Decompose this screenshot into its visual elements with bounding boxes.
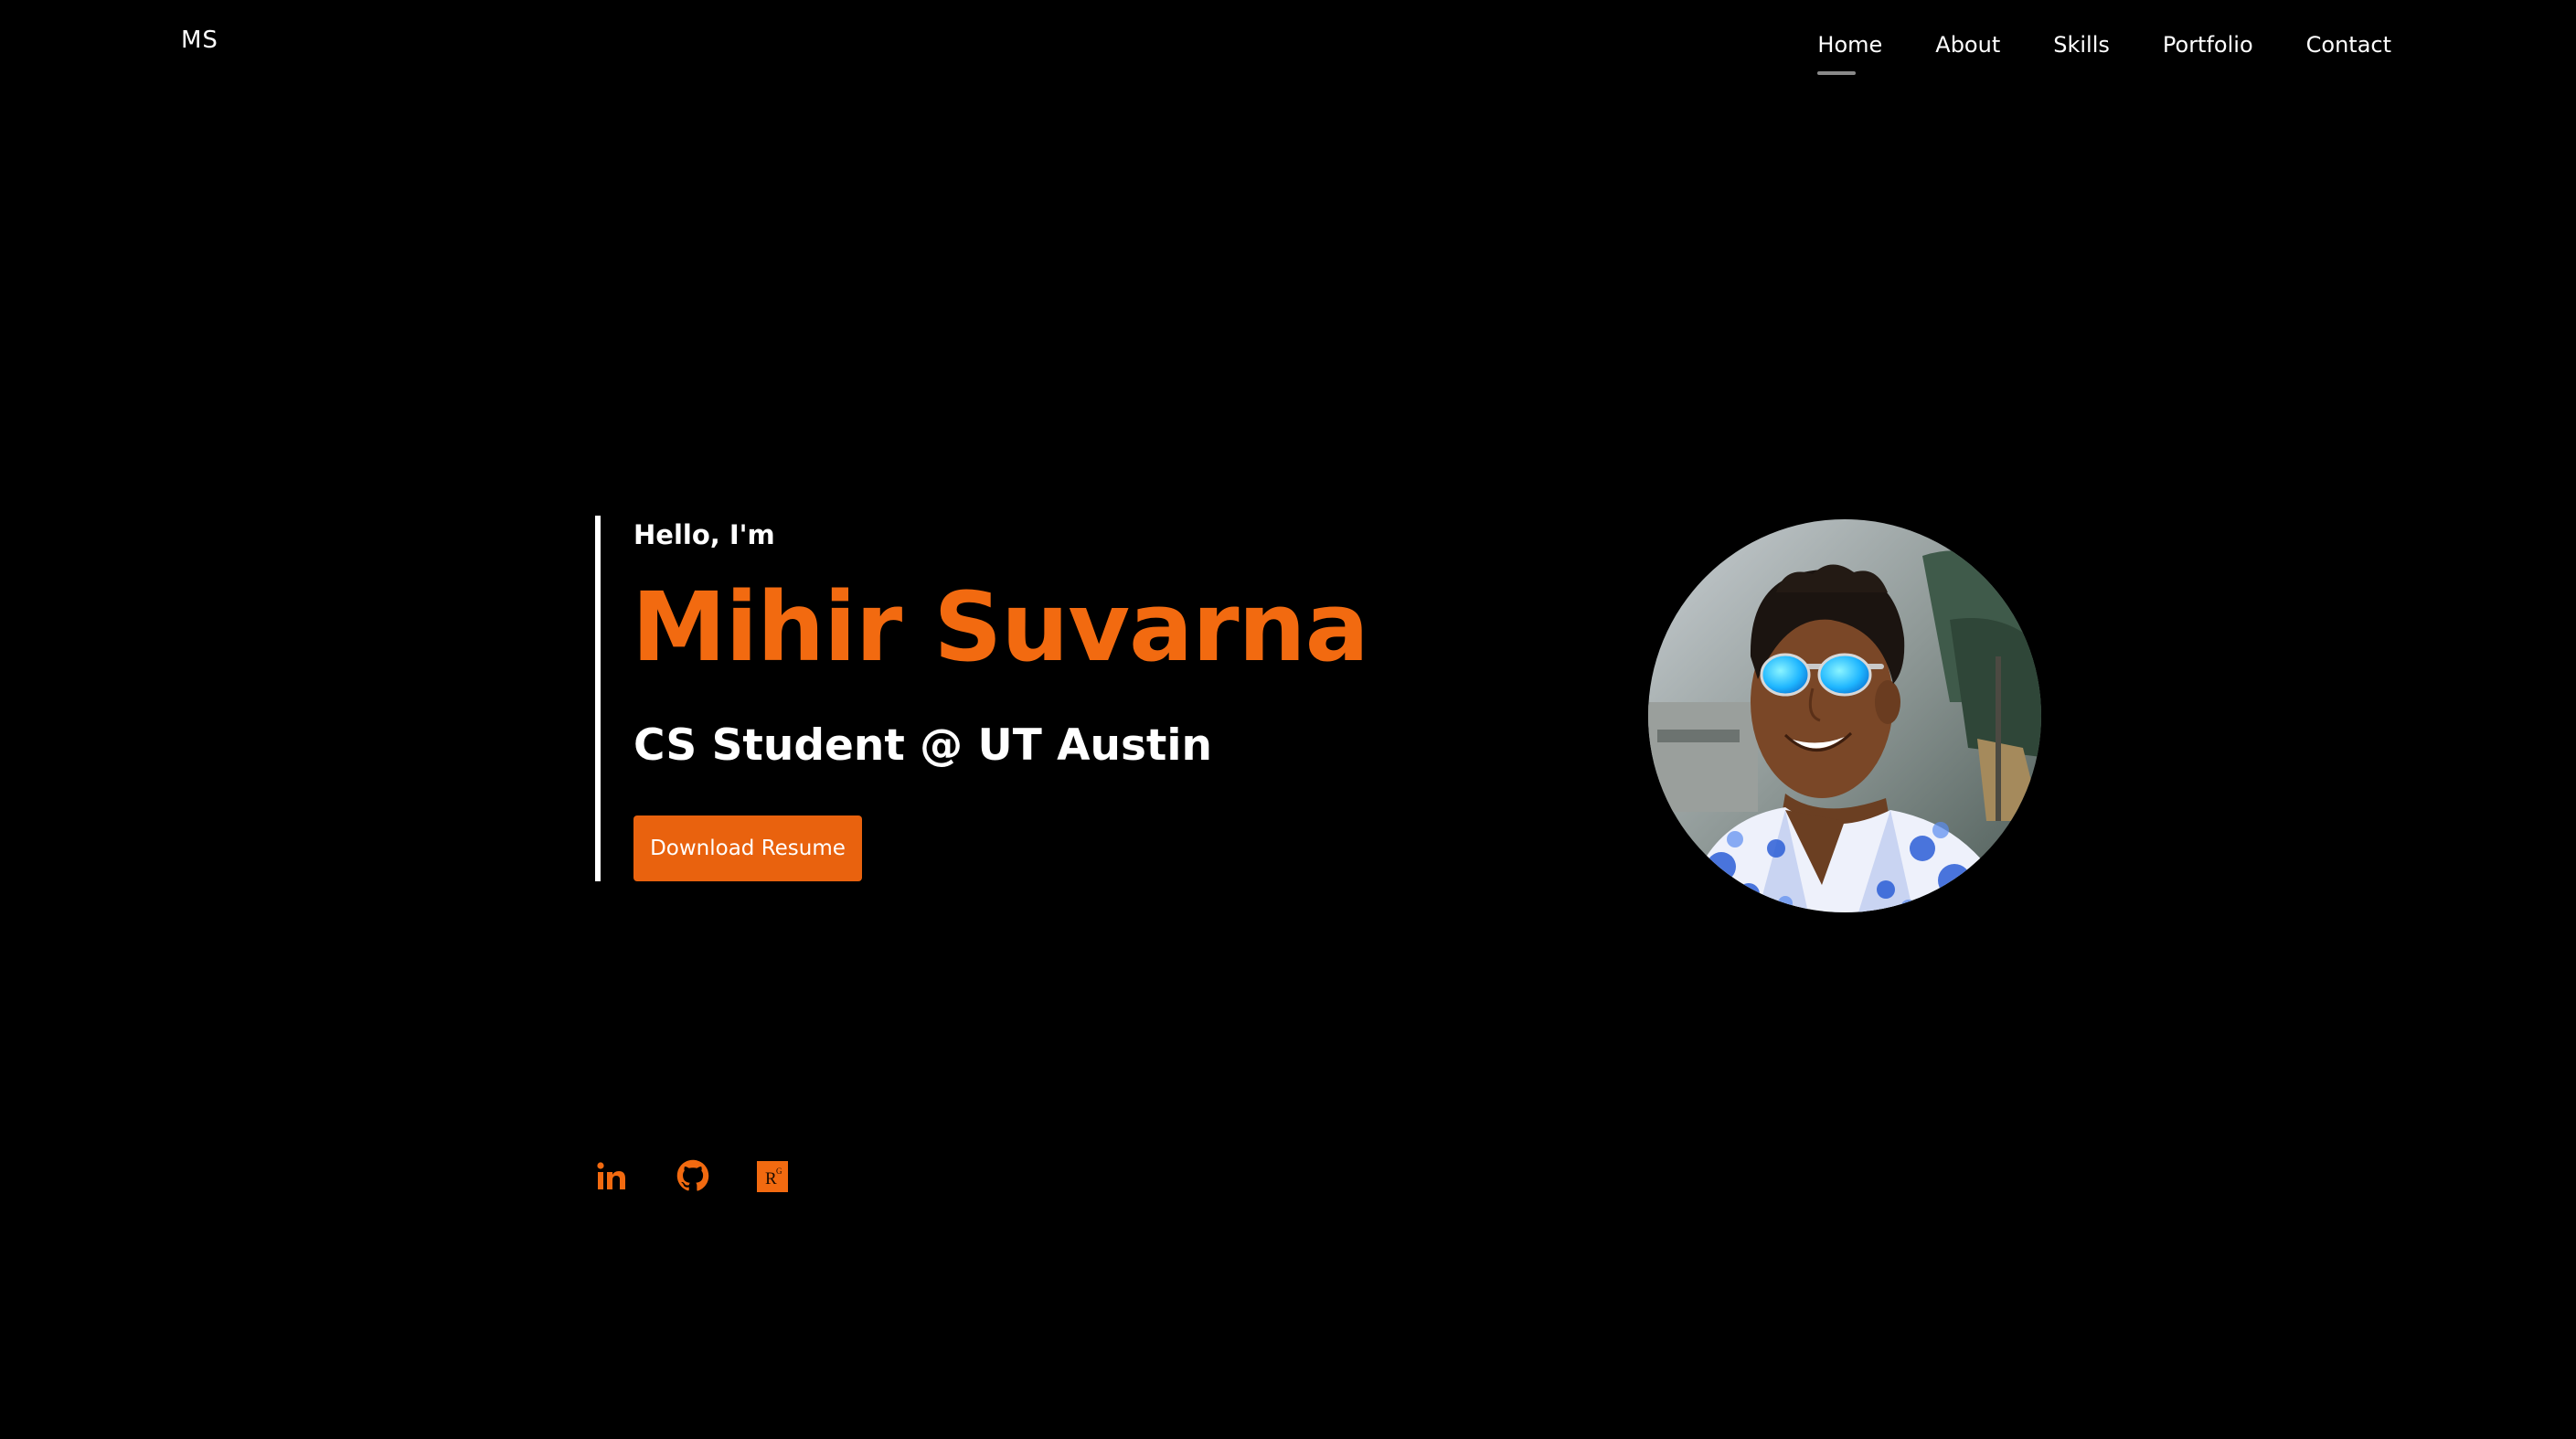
linkedin-link[interactable] xyxy=(596,1161,627,1196)
nav-item-skills[interactable]: Skills xyxy=(2053,29,2110,60)
nav-item-label: Skills xyxy=(2053,32,2110,58)
researchgate-icon: R G xyxy=(757,1161,788,1192)
hero-greeting: Hello, I'm xyxy=(633,519,775,550)
nav-item-home[interactable]: Home xyxy=(1817,29,1883,75)
profile-photo-illustration xyxy=(1648,519,2041,912)
site-logo[interactable]: MS xyxy=(181,25,218,56)
main-nav: Home About Skills Portfolio Contact xyxy=(1817,29,2391,75)
nav-item-label: Home xyxy=(1817,32,1883,58)
nav-item-about[interactable]: About xyxy=(1935,29,2000,60)
nav-item-label: Portfolio xyxy=(2162,32,2253,58)
portfolio-page: MS Home About Skills Portfolio Contact H… xyxy=(0,0,2576,1439)
github-icon xyxy=(676,1159,709,1191)
nav-item-label: About xyxy=(1935,32,2001,58)
hero-accent-bar xyxy=(595,516,601,881)
hero-name: Mihir Suvarna xyxy=(632,571,1369,683)
download-resume-button[interactable]: Download Resume xyxy=(633,815,862,881)
github-link[interactable] xyxy=(676,1159,709,1196)
nav-item-contact[interactable]: Contact xyxy=(2306,29,2391,60)
hero-section: Hello, I'm Mihir Suvarna CS Student @ UT… xyxy=(595,516,1509,881)
active-nav-indicator xyxy=(1817,71,1857,75)
linkedin-icon xyxy=(597,1162,625,1189)
hero-tagline: CS Student @ UT Austin xyxy=(633,720,1212,771)
researchgate-link[interactable]: R G xyxy=(757,1161,788,1196)
profile-photo xyxy=(1648,519,2041,912)
nav-item-label: Contact xyxy=(2305,32,2391,58)
nav-item-portfolio[interactable]: Portfolio xyxy=(2163,29,2253,60)
svg-text:G: G xyxy=(776,1167,782,1176)
